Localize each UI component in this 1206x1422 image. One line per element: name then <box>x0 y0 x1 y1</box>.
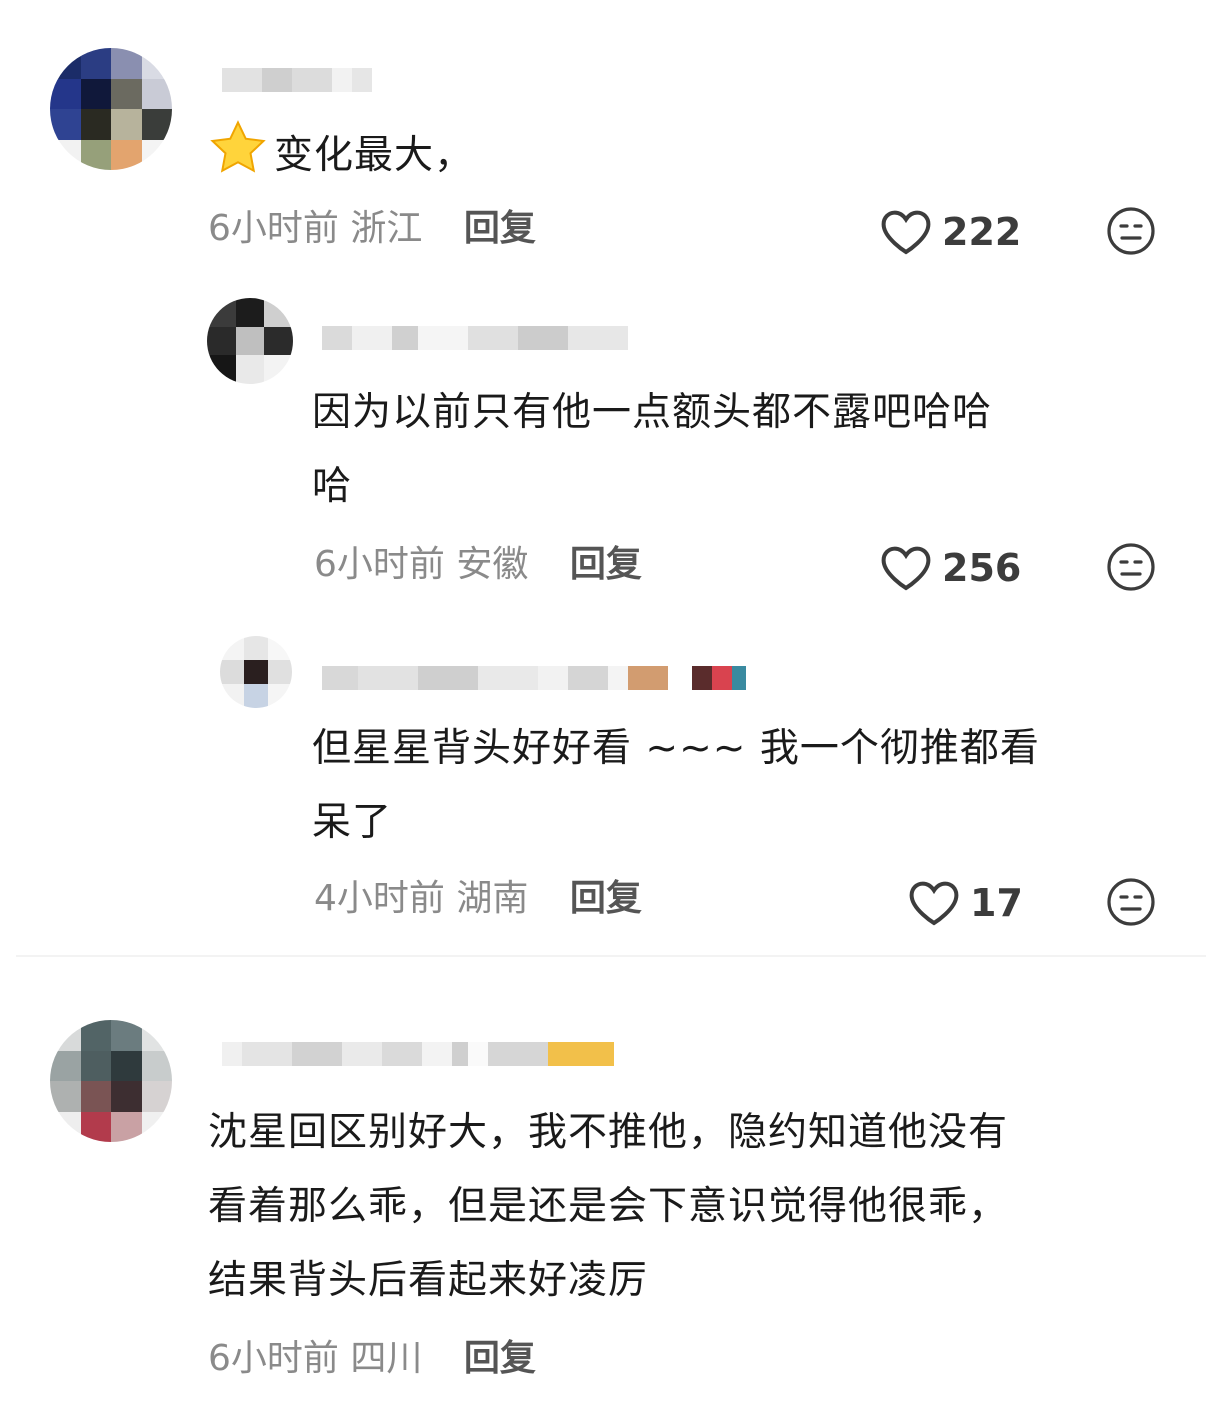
comment-text-line: 因为以前只有他一点额头都不露吧哈哈 <box>312 390 993 435</box>
username-blurred[interactable] <box>322 664 746 692</box>
comment-location: 湖南 <box>456 878 529 919</box>
heart-outline-icon <box>909 881 959 926</box>
comment-time: 6小时前 <box>208 208 339 249</box>
username-blurred[interactable] <box>222 1040 614 1068</box>
comment-text-line: 哈 <box>312 464 353 509</box>
comment-text-line: 沈星回区别好大，我不推他，隐约知道他没有 <box>208 1110 1009 1155</box>
like-count: 222 <box>942 210 1022 254</box>
dislike-face-icon[interactable] <box>1106 877 1156 927</box>
heart-outline-icon <box>881 210 931 255</box>
comment-text-line: 结果背头后看起来好凌厉 <box>208 1258 649 1303</box>
reply-button[interactable]: 回复 <box>464 1338 536 1379</box>
like-button[interactable]: 256 <box>880 543 1021 593</box>
star-emoji-icon <box>210 120 266 173</box>
avatar[interactable] <box>50 1020 172 1142</box>
comment-time: 4小时前 <box>314 878 445 919</box>
dislike-face-icon[interactable] <box>1106 542 1156 592</box>
comment-text-line: 变化最大， <box>274 133 475 178</box>
comment-text: 因为以前只有他一点额头都不露吧哈哈 哈 <box>312 376 992 524</box>
comment-meta: 6小时前 四川 回复 <box>208 1334 536 1384</box>
avatar[interactable] <box>50 48 172 170</box>
comment-text: 变化最大， <box>208 118 474 193</box>
comment-location: 浙江 <box>350 208 423 249</box>
comment-text-line: 但星星背头好好看 ~~~ 我一个彻推都看 <box>312 726 1040 771</box>
like-count: 17 <box>970 881 1023 925</box>
reply-button[interactable]: 回复 <box>570 878 642 919</box>
comment-time: 6小时前 <box>314 544 445 585</box>
heart-outline-icon <box>881 546 931 591</box>
username-blurred[interactable] <box>222 66 372 94</box>
comment-meta: 6小时前 安徽 回复 <box>314 540 642 590</box>
comment-time: 6小时前 <box>208 1338 339 1379</box>
avatar[interactable] <box>220 636 292 708</box>
username-blurred[interactable] <box>322 324 628 352</box>
comment-text-line: 呆了 <box>312 800 393 845</box>
comment-text: 沈星回区别好大，我不推他，隐约知道他没有 看着那么乖，但是还是会下意识觉得他很乖… <box>208 1096 1008 1318</box>
comment-location: 四川 <box>350 1338 423 1379</box>
section-divider <box>16 955 1206 957</box>
like-count: 256 <box>942 546 1022 590</box>
comment-meta: 6小时前 浙江 回复 <box>208 204 536 254</box>
comment-text: 但星星背头好好看 ~~~ 我一个彻推都看 呆了 <box>312 712 1040 860</box>
avatar[interactable] <box>207 298 293 384</box>
comment-location: 安徽 <box>456 544 529 585</box>
like-button[interactable]: 222 <box>880 207 1021 257</box>
like-button[interactable]: 17 <box>908 878 1023 928</box>
reply-button[interactable]: 回复 <box>464 208 536 249</box>
reply-button[interactable]: 回复 <box>570 544 642 585</box>
dislike-face-icon[interactable] <box>1106 206 1156 256</box>
comment-meta: 4小时前 湖南 回复 <box>314 874 642 924</box>
comment-text-line: 看着那么乖，但是还是会下意识觉得他很乖， <box>208 1184 1009 1229</box>
